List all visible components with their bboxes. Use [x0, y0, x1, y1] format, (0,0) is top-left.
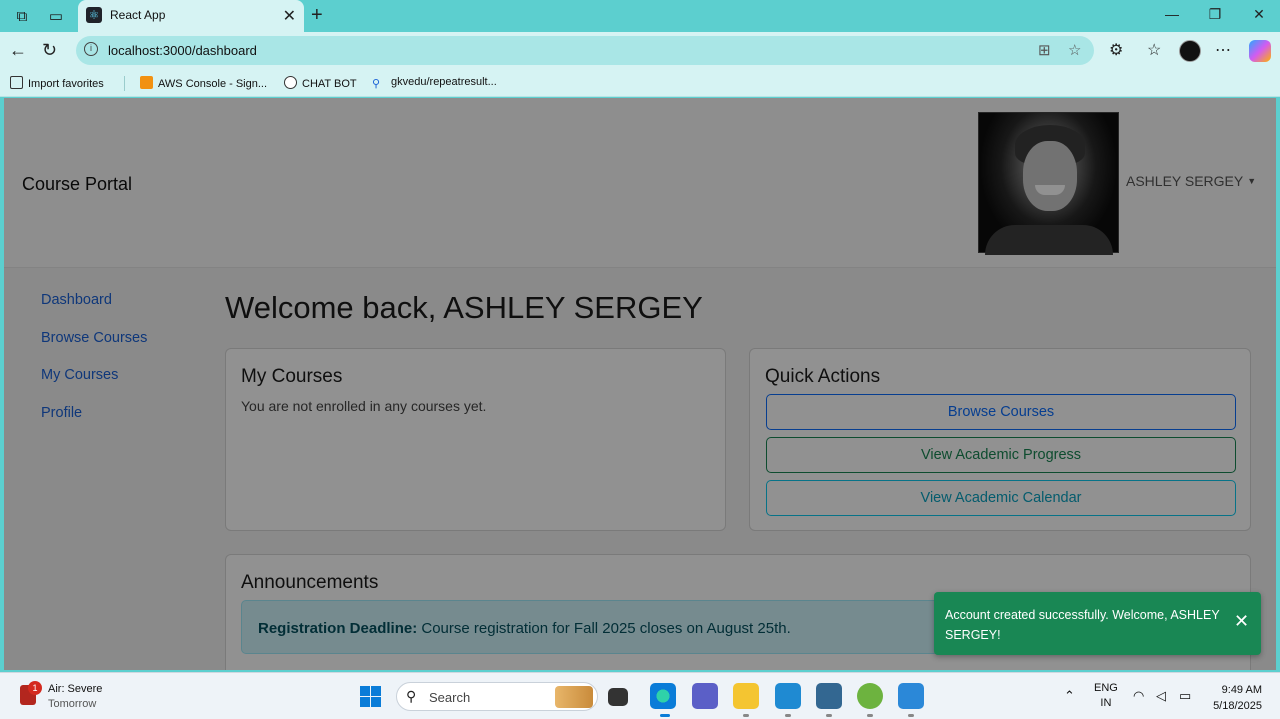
- chatgpt-icon: [284, 76, 297, 89]
- search-highlight-icon: [555, 686, 593, 708]
- taskbar-search[interactable]: ⚲ Search: [396, 682, 598, 711]
- more-options-icon[interactable]: ⋯: [1215, 40, 1231, 60]
- favorites-icon[interactable]: ☆: [1147, 40, 1161, 60]
- clock[interactable]: 9:49 AM 5/18/2025: [1206, 682, 1262, 714]
- clock-time: 9:49 AM: [1221, 684, 1262, 696]
- close-window-icon[interactable]: ✕: [1247, 6, 1271, 23]
- copilot-icon[interactable]: [1249, 40, 1271, 62]
- search-icon: ⚲: [406, 688, 417, 704]
- close-tab-icon[interactable]: ✕: [283, 6, 296, 26]
- clock-date: 5/18/2025: [1213, 700, 1262, 712]
- aws-icon: [140, 76, 153, 89]
- bookmark-chatbot[interactable]: CHAT BOT: [284, 76, 357, 90]
- profile-avatar-icon[interactable]: [1179, 40, 1201, 62]
- vscode-icon[interactable]: [775, 683, 801, 709]
- notification-badge: 1: [28, 681, 42, 695]
- postgresql-icon[interactable]: [816, 683, 842, 709]
- modal-backdrop[interactable]: [4, 98, 1276, 670]
- region-code: IN: [1100, 697, 1112, 709]
- refresh-icon[interactable]: ↻: [42, 40, 57, 61]
- bookmark-label: AWS Console - Sign...: [158, 78, 268, 90]
- search-placeholder: Search: [429, 690, 471, 705]
- success-toast: Account created successfully. Welcome, A…: [934, 592, 1261, 655]
- site-info-icon[interactable]: i: [84, 42, 98, 56]
- weather-subtitle[interactable]: Tomorrow: [48, 698, 96, 710]
- app-available-icon[interactable]: ⊞: [1038, 41, 1051, 59]
- browser-tab-strip: ⧉ ▭ ⚛ React App ✕ + — ❐ ✕: [0, 0, 1280, 32]
- active-indicator: [660, 714, 670, 717]
- url-text[interactable]: localhost:3000/dashboard: [108, 43, 257, 58]
- search-icon: ⚲: [372, 78, 381, 90]
- spring-tool-icon[interactable]: [857, 683, 883, 709]
- import-icon: [10, 76, 23, 89]
- address-bar[interactable]: i localhost:3000/dashboard ⊞ ☆: [76, 36, 1094, 65]
- browser-toolbar: ← ↻ i localhost:3000/dashboard ⊞ ☆ ⚙ ☆ ⋯: [0, 32, 1280, 70]
- weather-widget[interactable]: 1: [20, 681, 42, 707]
- language-code: ENG: [1094, 682, 1118, 694]
- extensions-icon[interactable]: ⚙: [1109, 40, 1123, 60]
- bookmark-label: CHAT BOT: [302, 78, 357, 90]
- wifi-icon[interactable]: ◠: [1133, 688, 1144, 704]
- battery-icon[interactable]: ▭: [1179, 688, 1191, 704]
- bookmarks-bar: Import favorites AWS Console - Sign... C…: [0, 70, 1280, 97]
- back-icon[interactable]: ←: [9, 40, 27, 61]
- workspaces-icon[interactable]: ⧉: [12, 6, 32, 26]
- weather-title[interactable]: Air: Severe: [48, 683, 102, 695]
- page-viewport: Course Portal ASHLEY SERGEY ▼ Dashboard B…: [4, 98, 1276, 670]
- running-indicator: [785, 714, 791, 717]
- language-indicator[interactable]: ENG IN: [1094, 681, 1118, 711]
- chevron-up-icon[interactable]: ⌃: [1064, 688, 1075, 704]
- tab-actions-icon[interactable]: ▭: [46, 6, 66, 26]
- running-indicator: [743, 714, 749, 717]
- toast-message: Account created successfully. Welcome, A…: [945, 608, 1220, 642]
- bookmark-aws[interactable]: AWS Console - Sign...: [140, 76, 267, 90]
- tab-title: React App: [110, 8, 166, 22]
- bookmark-import-favorites[interactable]: Import favorites: [10, 76, 104, 90]
- volume-icon[interactable]: ◁: [1156, 688, 1166, 704]
- edge-icon[interactable]: [650, 683, 676, 709]
- taskbar: 1 Air: Severe Tomorrow ⚲ Search ⌃ ENG IN …: [0, 672, 1280, 719]
- running-indicator: [908, 714, 914, 717]
- maximize-icon[interactable]: ❐: [1203, 6, 1227, 23]
- running-indicator: [826, 714, 832, 717]
- windows-start-icon[interactable]: [360, 686, 381, 707]
- photos-icon[interactable]: [898, 683, 924, 709]
- bookmark-label: Import favorites: [28, 78, 104, 90]
- react-icon: ⚛: [86, 7, 102, 23]
- new-tab-icon[interactable]: +: [311, 4, 323, 27]
- favorite-star-icon[interactable]: ☆: [1068, 41, 1081, 59]
- bookmark-label: gkvedu/repeatresult...: [391, 76, 497, 88]
- browser-tab[interactable]: ⚛ React App ✕: [78, 0, 304, 32]
- task-view-icon[interactable]: [608, 688, 628, 706]
- bookmark-gkvedu[interactable]: ⚲ gkvedu/repeatresult...: [372, 76, 497, 90]
- running-indicator: [867, 714, 873, 717]
- teams-icon[interactable]: [692, 683, 718, 709]
- bookmark-divider: [124, 76, 125, 91]
- minimize-icon[interactable]: —: [1160, 6, 1184, 22]
- file-explorer-icon[interactable]: [733, 683, 759, 709]
- close-icon[interactable]: ✕: [1234, 611, 1249, 632]
